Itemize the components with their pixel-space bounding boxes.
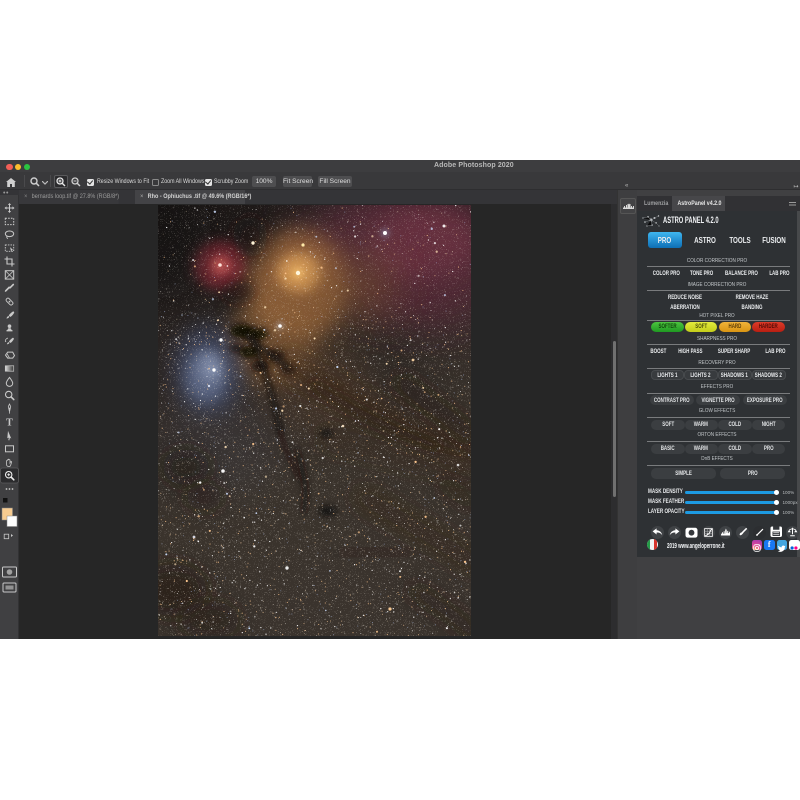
svg-text:T: T <box>6 418 13 429</box>
